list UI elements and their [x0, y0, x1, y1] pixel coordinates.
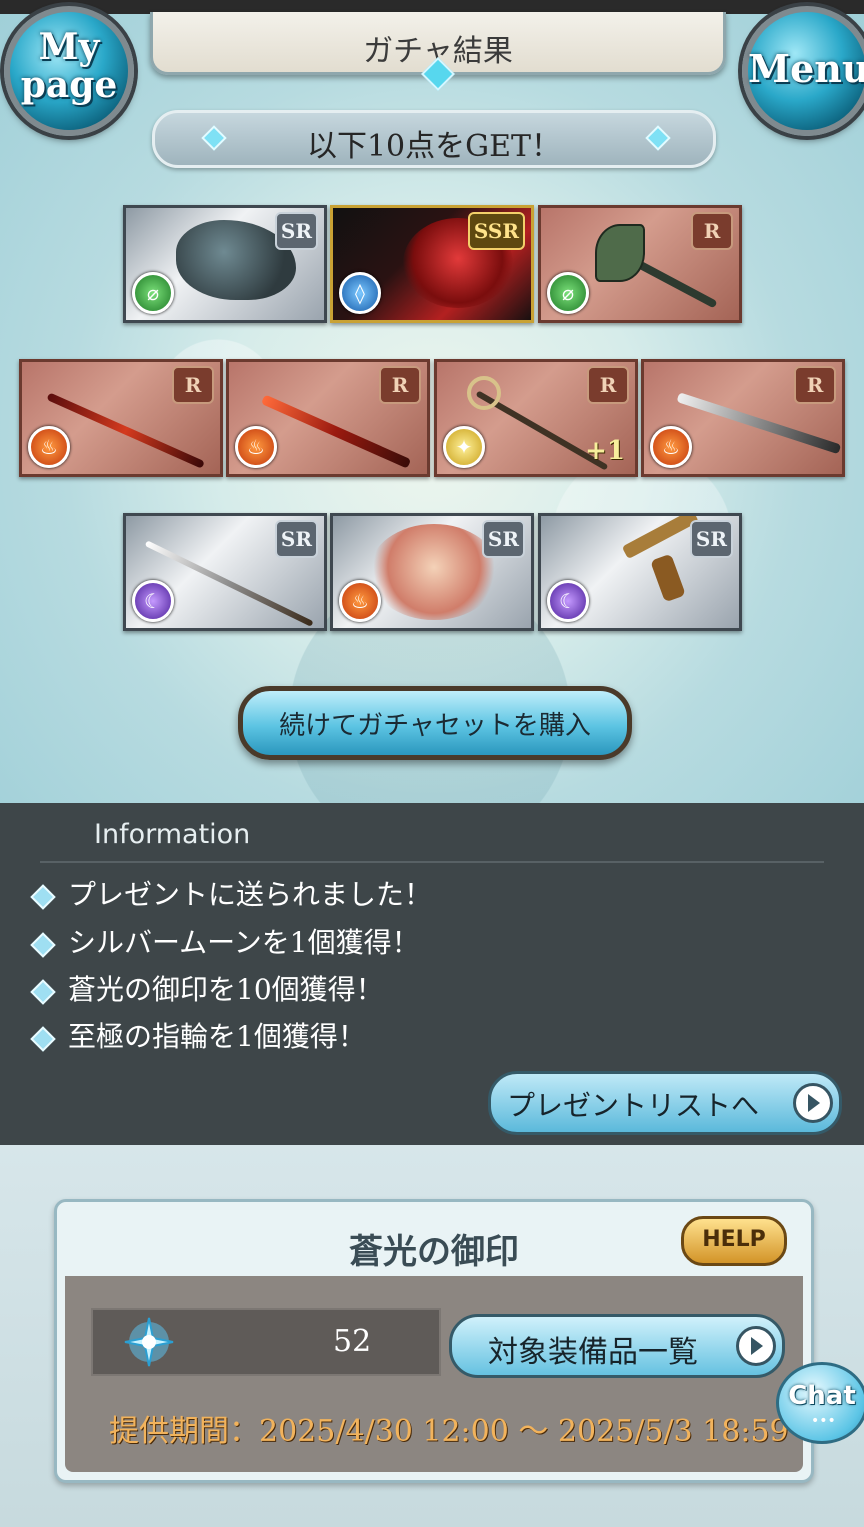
mypage-label-page: page: [20, 64, 118, 106]
info-item: プレゼントに送られました！: [30, 873, 432, 913]
mypage-button[interactable]: My page: [4, 6, 134, 136]
info-item-text: 至極の指輪を1個獲得！: [68, 1020, 366, 1053]
info-item-text: シルバームーンを1個獲得！: [68, 926, 420, 959]
result-card-8[interactable]: SR ☾: [123, 513, 327, 631]
menu-label: Menu: [748, 46, 864, 91]
rarity-badge: R: [691, 212, 733, 250]
diamond-bullet-icon: [30, 978, 56, 1005]
diamond-bullet-icon: [30, 1025, 56, 1052]
result-card-9[interactable]: SR ♨: [330, 513, 534, 631]
seal-count-box: 52: [91, 1308, 441, 1376]
wind-element-icon: ⌀: [132, 272, 174, 314]
result-card-1[interactable]: SR ⌀: [123, 205, 327, 323]
fire-element-icon: ♨: [28, 426, 70, 468]
dagger-blade: [260, 394, 412, 469]
chat-button[interactable]: Chat •••: [776, 1362, 864, 1444]
information-title: Information: [94, 819, 251, 850]
help-label: HELP: [702, 1227, 766, 1252]
arrow-right-icon: [736, 1326, 776, 1366]
arrow-right-icon: [793, 1083, 833, 1123]
seal-info-box: 52 対象装備品一覧 提供期間：2025/4/30 12:00 ～ 2025/5…: [65, 1276, 803, 1472]
info-item-text: 蒼光の御印を10個獲得！: [68, 973, 384, 1006]
header-bar: ガチャ結果: [150, 12, 726, 91]
continue-gacha-label: 続けてガチャセットを購入: [279, 711, 591, 741]
plus-bonus: +1: [585, 436, 625, 466]
rarity-badge: SR: [481, 520, 525, 558]
mypage-label-my: My: [38, 26, 100, 68]
chat-label: Chat: [788, 1381, 856, 1411]
continue-gacha-button[interactable]: 続けてガチャセットを購入: [238, 686, 632, 760]
present-list-button[interactable]: プレゼントリストへ: [488, 1071, 842, 1135]
rarity-badge: SR: [274, 520, 318, 558]
result-card-6[interactable]: R ✦ +1: [434, 359, 638, 477]
rarity-badge: SR: [274, 212, 318, 250]
staff-head: [467, 376, 501, 410]
result-card-10[interactable]: SR ☾: [538, 513, 742, 631]
info-item: 蒼光の御印を10個獲得！: [30, 968, 384, 1008]
gun-barrel: [621, 516, 699, 560]
result-card-7[interactable]: R ♨: [641, 359, 845, 477]
chat-dots-icon: •••: [811, 1413, 836, 1429]
information-panel: Information プレゼントに送られました！ シルバームーンを1個獲得！ …: [0, 803, 864, 1145]
beast-summon-art: [369, 524, 499, 620]
dark-element-icon: ☾: [547, 580, 589, 622]
info-item: シルバームーンを1個獲得！: [30, 921, 420, 961]
information-divider: [40, 861, 824, 863]
blue-seal-icon: [124, 1317, 174, 1367]
dark-element-icon: ☾: [132, 580, 174, 622]
rarity-badge: R: [172, 366, 214, 404]
fire-element-icon: ♨: [339, 580, 381, 622]
diamond-bullet-icon: [30, 931, 56, 958]
diamond-bullet-icon: [30, 883, 56, 910]
target-equipment-label: 対象装備品一覧: [488, 1335, 698, 1370]
result-card-2[interactable]: SSR ◊: [330, 205, 534, 323]
result-banner-text: 以下10点をGET！: [306, 129, 562, 164]
fire-element-icon: ♨: [235, 426, 277, 468]
rarity-badge: SSR: [467, 212, 525, 250]
menu-button[interactable]: Menu: [742, 6, 864, 136]
info-item-text: プレゼントに送られました！: [68, 878, 433, 911]
rarity-badge: R: [587, 366, 629, 404]
axe-head: [595, 224, 645, 282]
seal-card: 蒼光の御印 HELP 52 対象装備品一覧 提供期間：2025/4/30 12:…: [54, 1199, 814, 1483]
offer-period: 提供期間：2025/4/30 12:00 ～ 2025/5/3 18:59: [109, 1414, 789, 1449]
wind-element-icon: ⌀: [547, 272, 589, 314]
water-element-icon: ◊: [339, 272, 381, 314]
result-card-5[interactable]: R ♨: [226, 359, 430, 477]
seal-count-value: 52: [333, 1324, 372, 1359]
rarity-badge: R: [794, 366, 836, 404]
result-card-4[interactable]: R ♨: [19, 359, 223, 477]
fire-element-icon: ♨: [650, 426, 692, 468]
info-item: 至極の指輪を1個獲得！: [30, 1015, 366, 1055]
rarity-badge: SR: [689, 520, 733, 558]
result-card-3[interactable]: R ⌀: [538, 205, 742, 323]
light-element-icon: ✦: [443, 426, 485, 468]
present-list-label: プレゼントリストへ: [507, 1089, 760, 1122]
help-button[interactable]: HELP: [681, 1216, 787, 1266]
result-banner: 以下10点をGET！: [152, 110, 716, 168]
gun-grip: [650, 553, 686, 603]
seal-section: 蒼光の御印 HELP 52 対象装備品一覧 提供期間：2025/4/30 12:…: [0, 1145, 864, 1527]
rarity-badge: R: [379, 366, 421, 404]
target-equipment-button[interactable]: 対象装備品一覧: [449, 1314, 785, 1378]
